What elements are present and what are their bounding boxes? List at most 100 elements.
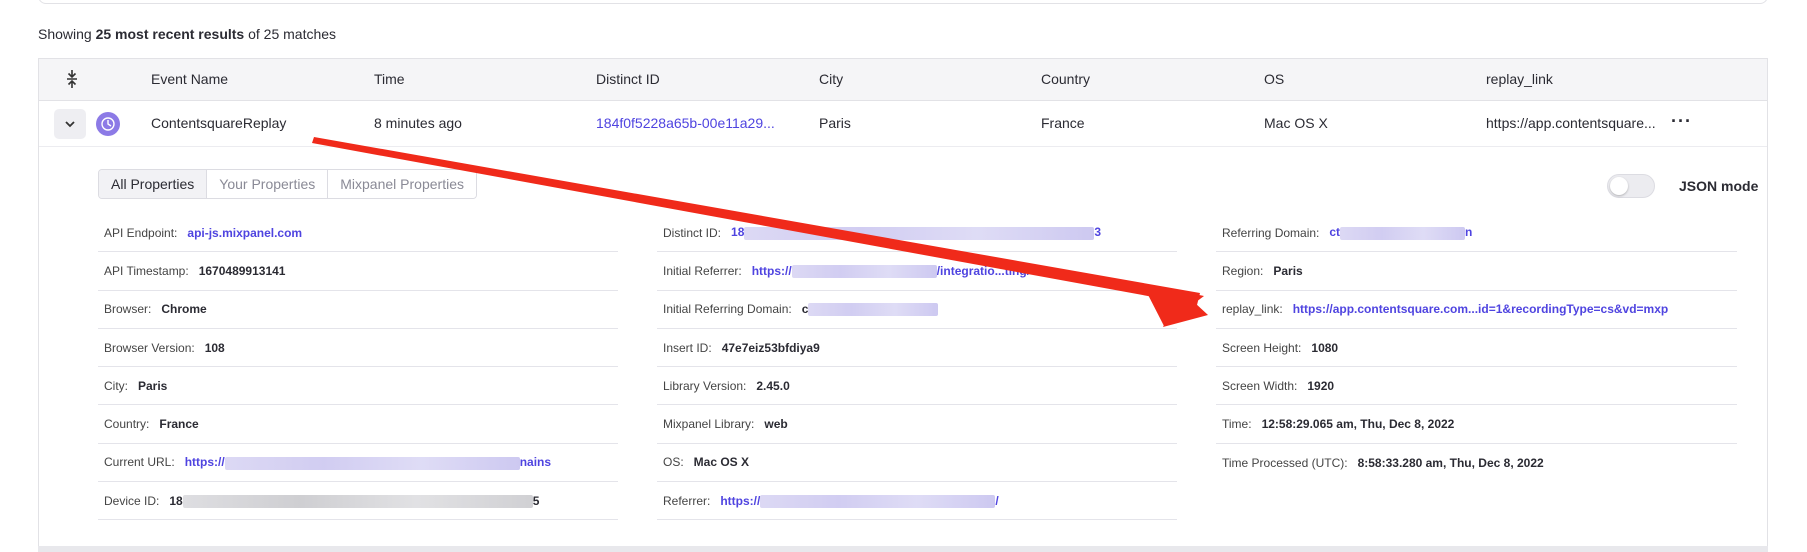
property-replay-link: replay_link: https://app.contentsquare.co…	[1216, 291, 1737, 329]
value-end: 5	[532, 493, 540, 508]
property-city: City: Paris	[98, 367, 618, 406]
table-header: Event Name Time Distinct ID City Country…	[39, 59, 1767, 101]
cell-city: Paris	[819, 115, 851, 131]
property-current-url: Current URL: https:// nains	[98, 444, 618, 483]
redacted-blur	[808, 303, 939, 317]
redacted-blur	[182, 494, 533, 508]
property-time: Time: 12:58:29.065 am, Thu, Dec 8, 2022	[1216, 405, 1737, 444]
property-value: 47e7eiz53bfdiya9	[721, 340, 820, 355]
property-key: Screen Height:	[1222, 340, 1302, 355]
value-end: /integratio...ting/	[936, 263, 1031, 278]
property-value[interactable]: api-js.mixpanel.com	[187, 226, 302, 240]
collapse-all-icon[interactable]	[65, 69, 79, 91]
property-value: web	[764, 417, 788, 432]
property-key: Browser Version:	[104, 340, 195, 355]
property-value: 1080	[1311, 340, 1339, 355]
tab-all-properties[interactable]: All Properties	[99, 170, 207, 198]
column-header-country[interactable]: Country	[1041, 71, 1090, 87]
property-library-version: Library Version: 2.45.0	[657, 367, 1177, 406]
toggle-knob	[1610, 177, 1628, 195]
property-browser: Browser: Chrome	[98, 291, 618, 329]
property-key: Referring Domain:	[1222, 225, 1320, 240]
property-mixpanel-library: Mixpanel Library: web	[657, 405, 1177, 444]
property-api-timestamp: API Timestamp: 1670489913141	[98, 252, 618, 291]
property-value: 2.45.0	[756, 378, 790, 393]
summary-count: 25 most recent results	[95, 26, 245, 42]
property-value[interactable]: https://app.contentsquare.com...id=1&rec…	[1293, 302, 1669, 316]
value-start: ct	[1329, 225, 1341, 240]
property-value: Chrome	[161, 302, 207, 317]
cell-time: 8 minutes ago	[374, 115, 462, 131]
property-value[interactable]: https:// /	[720, 493, 999, 508]
property-value: Mac OS X	[693, 455, 750, 470]
column-header-time[interactable]: Time	[374, 71, 405, 87]
expand-row-button[interactable]	[54, 109, 86, 139]
property-value: France	[159, 417, 199, 432]
cell-distinct-id[interactable]: 184f0f5228a65b-00e11a29...	[596, 115, 775, 131]
property-key: OS:	[663, 455, 684, 470]
results-summary: Showing 25 most recent results of 25 mat…	[38, 26, 336, 42]
json-mode-toggle[interactable]	[1607, 174, 1655, 198]
property-screen-width: Screen Width: 1920	[1216, 367, 1737, 406]
property-key: Library Version:	[663, 378, 747, 393]
property-key: Device ID:	[104, 493, 160, 508]
property-key: API Timestamp:	[104, 263, 189, 278]
property-device-id: Device ID: 18 5	[98, 482, 618, 521]
property-value[interactable]: https:// /integratio...ting/	[752, 263, 1031, 279]
property-insert-id: Insert ID: 47e7eiz53bfdiya9	[657, 329, 1177, 368]
column-header-replay-link[interactable]: replay_link	[1486, 71, 1553, 87]
cell-replay-link: https://app.contentsquare...	[1486, 115, 1656, 131]
property-key: Current URL:	[104, 455, 175, 470]
value-end: /	[995, 493, 999, 508]
property-value: 12:58:29.065 am, Thu, Dec 8, 2022	[1261, 417, 1455, 432]
value-start: https://	[720, 493, 761, 508]
property-value[interactable]: ct n	[1329, 225, 1473, 240]
tab-mixpanel-properties[interactable]: Mixpanel Properties	[327, 170, 476, 198]
property-key: Distinct ID:	[663, 225, 722, 240]
property-key: Insert ID:	[663, 340, 712, 355]
event-type-icon	[96, 112, 120, 136]
property-value: 8:58:33.280 am, Thu, Dec 8, 2022	[1357, 455, 1544, 470]
property-value: 108	[204, 340, 225, 355]
redacted-blur	[760, 494, 996, 508]
property-value: Paris	[1273, 263, 1303, 278]
redacted-blur	[224, 456, 520, 470]
property-key: API Endpoint:	[104, 225, 178, 240]
property-value: 1920	[1307, 378, 1335, 393]
property-region: Region: Paris	[1216, 252, 1737, 291]
summary-prefix: Showing	[38, 26, 96, 42]
value-end: n	[1465, 225, 1473, 240]
redacted-blur	[791, 265, 937, 279]
tab-your-properties[interactable]: Your Properties	[206, 170, 328, 198]
property-initial-referrer: Initial Referrer: https:// /integratio...t…	[657, 252, 1177, 291]
table-row[interactable]: ContentsquareReplay 8 minutes ago 184f0f…	[39, 101, 1767, 147]
property-key: Initial Referring Domain:	[663, 302, 792, 317]
properties-column-2: Distinct ID: 18 3 Initial Referrer: https:/…	[657, 214, 1177, 521]
property-key: replay_link:	[1222, 302, 1283, 317]
property-key: Region:	[1222, 263, 1264, 278]
property-browser-version: Browser Version: 108	[98, 329, 618, 368]
property-key: Browser:	[104, 302, 152, 317]
summary-suffix: of 25 matches	[244, 26, 337, 42]
column-header-os[interactable]: OS	[1264, 71, 1284, 87]
cell-os: Mac OS X	[1264, 115, 1328, 131]
property-key: Mixpanel Library:	[663, 417, 755, 432]
value-end: 3	[1094, 225, 1102, 240]
property-value[interactable]: 18 3	[731, 225, 1102, 240]
more-options-icon[interactable]: ···	[1671, 112, 1692, 130]
property-referring-domain: Referring Domain: ct n	[1216, 214, 1737, 253]
value-start: c	[801, 302, 809, 317]
property-value[interactable]: https:// nains	[185, 455, 551, 470]
property-distinct-id: Distinct ID: 18 3	[657, 214, 1177, 253]
column-header-event-name[interactable]: Event Name	[151, 71, 228, 87]
chevron-down-icon	[65, 120, 75, 127]
property-key: Screen Width:	[1222, 378, 1298, 393]
json-mode-label: JSON mode	[1679, 178, 1759, 194]
property-value: 18 5	[169, 494, 539, 508]
property-key: Initial Referrer:	[663, 263, 742, 278]
property-value: 1670489913141	[198, 263, 286, 278]
column-header-city[interactable]: City	[819, 71, 843, 87]
properties-column-1: API Endpoint: api-js.mixpanel.com API Tim…	[98, 214, 618, 521]
column-header-distinct-id[interactable]: Distinct ID	[596, 71, 660, 87]
table-bottom-border	[38, 546, 1768, 552]
